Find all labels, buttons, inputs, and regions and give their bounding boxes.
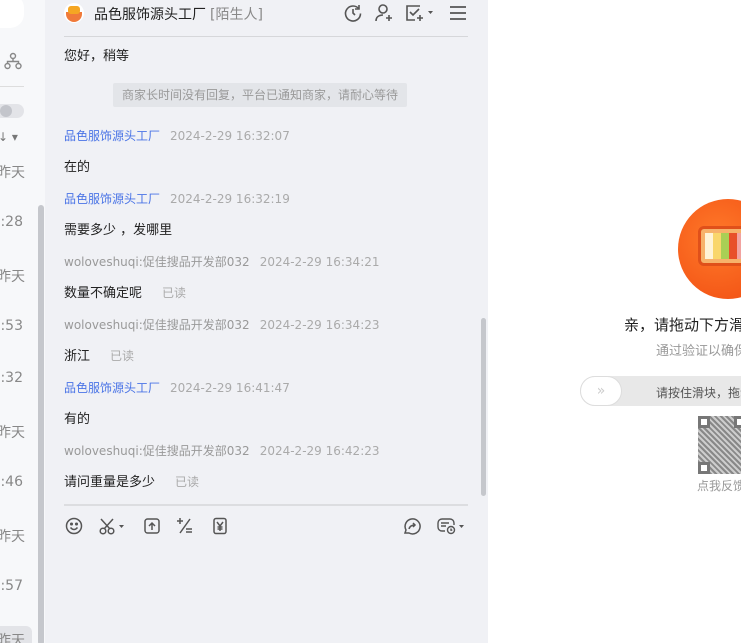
chat-scrollbar[interactable]: [481, 318, 486, 496]
share-icon[interactable]: [402, 516, 422, 536]
divider: [0, 86, 24, 87]
message-text: 请问重量是多少: [64, 475, 156, 490]
conversation-time: 昨天: [0, 269, 25, 285]
conversation-time: 9:32: [0, 370, 23, 386]
conversation-time: 9:57: [0, 578, 23, 594]
chat-header: 品色服饰源头工厂 [陌生人]: [64, 0, 468, 37]
verify-subheading: 通过验证以确保正常访问: [656, 344, 741, 359]
avatar[interactable]: [64, 3, 84, 23]
upload-file-icon[interactable]: [142, 516, 162, 536]
message-text: 数量不确定呢: [64, 286, 143, 301]
verify-heading: 亲，请拖动下方滑块完成验证: [624, 316, 741, 334]
message-text: 有的: [64, 412, 91, 427]
shop-name: 品色服饰源头工厂: [94, 7, 206, 23]
tv-logo-icon: [678, 199, 741, 299]
menu-icon[interactable]: [448, 3, 468, 23]
screenshot-scissors-icon[interactable]: [98, 516, 126, 536]
stranger-tag: [陌生人]: [210, 7, 263, 23]
filter-toggle[interactable]: [0, 104, 24, 118]
message-text: 浙江: [64, 349, 91, 364]
message-sender[interactable]: 品色服饰源头工厂: [64, 129, 160, 143]
toolbar-divider: [64, 504, 468, 506]
slider-hint: 请按住滑块，拖动到最右边: [656, 386, 741, 400]
verify-slider-track[interactable]: » 请按住滑块，拖动到最右边: [580, 376, 741, 406]
conversation-list-scrollbar[interactable]: [38, 205, 44, 643]
payment-yuan-icon[interactable]: [210, 516, 230, 536]
system-notice: 商家长时间没有回复，平台已通知商家，请耐心等待: [113, 83, 408, 107]
qr-code-icon: [698, 416, 741, 474]
message-item: woloveshuqi:促佳搜品开发部032 2024-2-29 16:42:23…: [64, 442, 464, 490]
sort-dropdown[interactable]: ↓ ▾: [0, 130, 18, 144]
history-icon[interactable]: [343, 3, 363, 23]
calculator-icon[interactable]: [175, 516, 195, 536]
message-sender: woloveshuqi:促佳搜品开发部032: [64, 318, 250, 332]
task-dropdown-icon[interactable]: [404, 3, 434, 23]
message-text: 您好，稍等: [64, 49, 130, 64]
double-chevron-right-icon: »: [596, 383, 606, 399]
organization-icon[interactable]: [4, 52, 22, 70]
message-time: 2024-2-29 16:32:07: [170, 129, 290, 143]
message-sender[interactable]: 品色服饰源头工厂: [64, 381, 160, 395]
message-sender: woloveshuqi:促佳搜品开发部032: [64, 444, 250, 458]
add-contact-icon[interactable]: [374, 3, 394, 23]
conversation-time: 9:28: [0, 214, 23, 230]
chat-panel: 品色服饰源头工厂 [陌生人] 您好，稍等 商家长时间没有回复，平台已通知商家，请耐…: [45, 0, 488, 643]
message-item: 品色服饰源头工厂 2024-2-29 16:41:47 有的: [64, 379, 464, 427]
conversation-time: 9:53: [0, 318, 23, 334]
conversation-time: 昨天: [0, 633, 25, 643]
conversation-time: 昨天: [0, 425, 25, 441]
message-item: 品色服饰源头工厂 2024-2-29 16:32:07 在的: [64, 127, 464, 175]
conversation-time: 昨天: [0, 165, 25, 181]
emoji-icon[interactable]: [64, 516, 84, 536]
message-time: 2024-2-29 16:34:21: [259, 255, 380, 269]
chat-title: 品色服饰源头工厂 [陌生人]: [94, 4, 263, 24]
message-sender: woloveshuqi:促佳搜品开发部032: [64, 255, 250, 269]
search-box[interactable]: [0, 0, 24, 28]
conversation-time: 昨天: [0, 529, 25, 545]
message-time: 2024-2-29 16:42:23: [259, 444, 380, 458]
conversation-time: 9:46: [0, 474, 23, 490]
message-time: 2024-2-29 16:34:23: [259, 318, 380, 332]
read-status: 已读: [162, 286, 187, 300]
read-status: 已读: [110, 349, 135, 363]
message-text: 在的: [64, 160, 91, 175]
message-item: woloveshuqi:促佳搜品开发部032 2024-2-29 16:34:23…: [64, 316, 464, 364]
read-status: 已读: [175, 475, 200, 489]
slider-handle[interactable]: »: [580, 376, 622, 406]
message-item: 品色服饰源头工厂 2024-2-29 16:32:19 需要多少 ，发哪里: [64, 190, 464, 238]
message-sender[interactable]: 品色服饰源头工厂: [64, 192, 160, 206]
conversation-list-strip: ↓ ▾ 昨天 9:28 昨天 9:53 9:32 昨天 9:46 昨天 9:57 昨天: [0, 0, 45, 643]
message-item: woloveshuqi:促佳搜品开发部032 2024-2-29 16:34:21…: [64, 253, 464, 301]
message-time: 2024-2-29 16:41:47: [170, 381, 290, 395]
feedback-link[interactable]: 点我反馈: [697, 477, 741, 494]
quick-reply-clock-icon[interactable]: [436, 516, 466, 536]
verification-panel: 亲，请拖动下方滑块完成验证 通过验证以确保正常访问 » 请按住滑块，拖动到最右边…: [488, 0, 741, 643]
message-text: 需要多少 ，发哪里: [64, 223, 173, 238]
message-time: 2024-2-29 16:32:19: [170, 192, 290, 206]
